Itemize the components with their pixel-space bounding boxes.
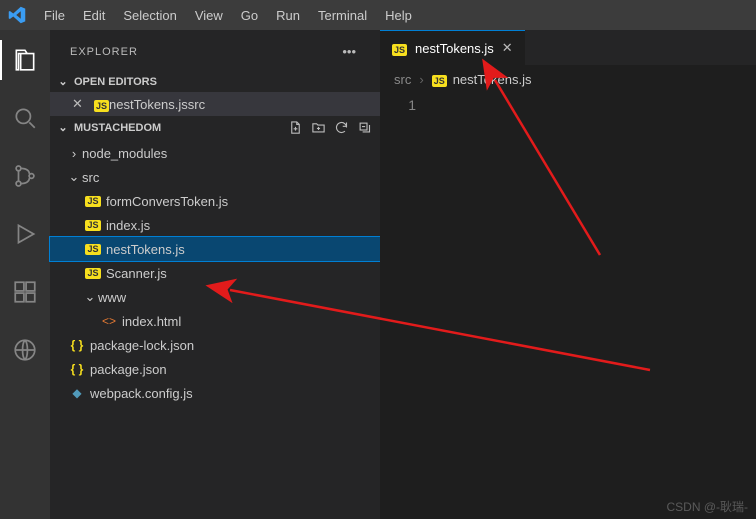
breadcrumb[interactable]: src › JS nestTokens.js [380,66,756,93]
file-package-lock[interactable]: { } package-lock.json [50,333,380,357]
title-bar: File Edit Selection View Go Run Terminal… [0,0,756,30]
new-folder-icon[interactable] [311,120,326,135]
html-file-icon: <> [100,314,118,328]
line-number-gutter: 1 [380,93,434,519]
main-menu: File Edit Selection View Go Run Terminal… [36,4,420,27]
folder-node-modules[interactable]: › node_modules [50,141,380,165]
explorer-more-icon[interactable]: ••• [338,42,360,61]
file-label: package-lock.json [90,338,194,353]
code-content[interactable] [434,93,756,519]
file-label: nestTokens.js [106,242,185,257]
file-index-html[interactable]: <> index.html [50,309,380,333]
file-label: webpack.config.js [90,386,193,401]
json-file-icon: { } [68,338,86,352]
js-file-icon: JS [84,196,102,207]
run-debug-icon[interactable] [12,221,38,247]
file-webpack-config[interactable]: ◆ webpack.config.js [50,381,380,405]
explorer-panel: EXPLORER ••• ⌄ OPEN EDITORS ✕ JS nestTok… [50,30,380,519]
file-label: index.js [106,218,150,233]
folder-label: src [82,170,99,185]
file-label: formConversToken.js [106,194,228,209]
extensions-icon[interactable] [12,279,38,305]
open-editors-header[interactable]: ⌄ OPEN EDITORS [50,71,380,92]
remote-icon[interactable] [12,337,38,363]
menu-run[interactable]: Run [268,4,308,27]
activity-bar [0,30,50,519]
breadcrumb-folder[interactable]: src [394,72,411,87]
collapse-all-icon[interactable] [357,120,372,135]
webpack-file-icon: ◆ [68,386,86,400]
new-file-icon[interactable] [288,120,303,135]
open-editors-title: OPEN EDITORS [74,76,157,88]
editor-area: JS nestTokens.js ✕ src › JS nestTokens.j… [380,30,756,519]
js-file-icon: JS [392,41,407,56]
open-editor-filename: nestTokens.js [109,97,188,112]
source-control-icon[interactable] [12,163,38,189]
close-icon[interactable]: ✕ [502,40,513,56]
line-number: 1 [380,97,416,113]
explorer-title: EXPLORER [70,46,138,58]
tab-label: nestTokens.js [415,41,494,56]
explorer-icon[interactable] [12,47,38,73]
js-file-icon: JS [432,72,447,87]
menu-selection[interactable]: Selection [115,4,184,27]
file-nesttokens-js[interactable]: JS nestTokens.js [50,237,380,261]
file-index-js[interactable]: JS index.js [50,213,380,237]
vscode-logo-icon [8,6,26,24]
folder-label: www [98,290,126,305]
js-file-icon: JS [84,268,102,279]
file-label: index.html [122,314,181,329]
project-name: MUSTACHEDOM [74,122,161,134]
open-editor-item[interactable]: ✕ JS nestTokens.js src [50,92,380,116]
folder-src[interactable]: ⌄ src [50,165,380,189]
folder-label: node_modules [82,146,167,161]
file-label: Scanner.js [106,266,167,281]
code-editor[interactable]: 1 [380,93,756,519]
breadcrumb-file[interactable]: nestTokens.js [453,72,532,87]
file-scanner-js[interactable]: JS Scanner.js [50,261,380,285]
file-label: package.json [90,362,167,377]
js-file-icon: JS [84,244,102,255]
folder-www[interactable]: ⌄ www [50,285,380,309]
chevron-down-icon: ⌄ [56,121,70,134]
menu-view[interactable]: View [187,4,231,27]
refresh-icon[interactable] [334,120,349,135]
file-package-json[interactable]: { } package.json [50,357,380,381]
menu-edit[interactable]: Edit [75,4,113,27]
chevron-right-icon: › [419,72,423,87]
js-file-icon: JS [84,220,102,231]
file-formconverstoken[interactable]: JS formConversToken.js [50,189,380,213]
search-icon[interactable] [12,105,38,131]
editor-tabs: JS nestTokens.js ✕ [380,30,756,66]
js-file-icon: JS [94,97,109,112]
menu-file[interactable]: File [36,4,73,27]
chevron-down-icon: ⌄ [56,75,70,88]
open-editor-folder: src [188,97,205,112]
menu-terminal[interactable]: Terminal [310,4,375,27]
menu-go[interactable]: Go [233,4,266,27]
json-file-icon: { } [68,362,86,376]
tab-nesttokens[interactable]: JS nestTokens.js ✕ [380,30,525,65]
project-header[interactable]: ⌄ MUSTACHEDOM [50,116,380,139]
menu-help[interactable]: Help [377,4,420,27]
watermark: CSDN @-耿瑞- [666,498,748,515]
close-icon[interactable]: ✕ [72,96,88,112]
file-tree: › node_modules ⌄ src JS formConversToken… [50,139,380,415]
